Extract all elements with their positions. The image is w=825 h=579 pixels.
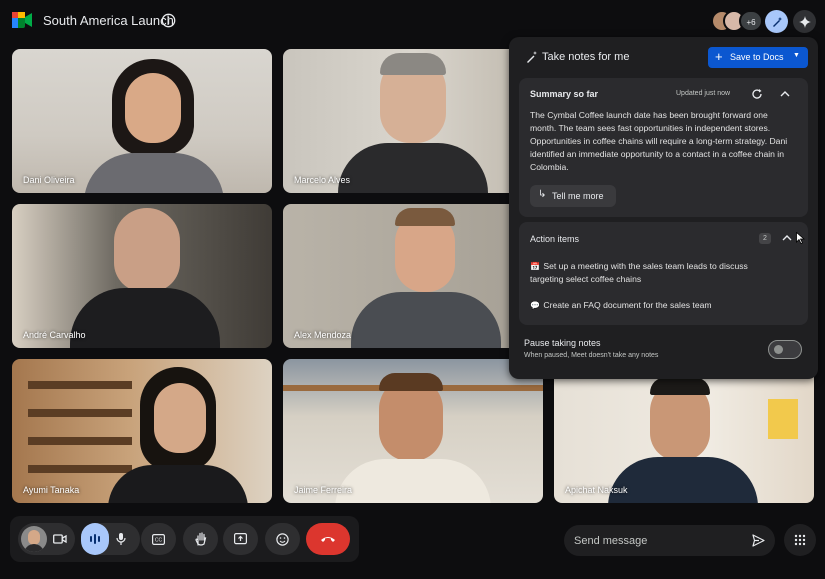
video-tile[interactable]: Marcelo Alves — [283, 49, 543, 193]
pencil-sparkle-icon — [527, 51, 537, 63]
present-screen-button[interactable] — [223, 523, 258, 555]
mouse-pointer-icon — [796, 232, 805, 244]
panel-header: Take notes for me + Save to Docs ▼ — [509, 37, 818, 77]
more-participants-badge: +6 — [739, 10, 763, 32]
video-tile[interactable]: Ayumi Tanaka — [12, 359, 272, 503]
top-bar: South America Launch +6 — [0, 0, 825, 42]
apps-grid-icon — [794, 534, 806, 546]
video-tile[interactable]: Jaime Ferreira — [283, 359, 543, 503]
svg-text:CC: CC — [155, 537, 163, 543]
gemini-sparkle-icon — [798, 15, 811, 28]
captions-button[interactable]: CC — [141, 523, 176, 555]
pause-notes-title: Pause taking notes — [524, 338, 601, 348]
updated-status: Updated just now — [676, 90, 731, 97]
summary-title: Summary so far — [530, 89, 599, 99]
dropdown-caret-icon[interactable]: ▼ — [793, 52, 800, 59]
take-notes-panel: Take notes for me + Save to Docs ▼ Summa… — [509, 37, 818, 379]
participant-name: Ayumi Tanaka — [23, 485, 80, 495]
save-to-docs-label: Save to Docs — [730, 52, 784, 62]
reply-arrow-icon: ↳ — [538, 189, 547, 200]
gemini-button[interactable] — [793, 10, 816, 33]
action-items-card: Action items 2 📅 Set up a meeting with t… — [519, 222, 808, 325]
hand-icon — [194, 532, 206, 546]
tell-me-more-button[interactable]: ↳ Tell me more — [530, 185, 616, 207]
action-item-text: Set up a meeting with the sales team lea… — [530, 261, 748, 284]
emoji-icon — [276, 532, 289, 546]
panel-title: Take notes for me — [542, 51, 630, 63]
leave-call-button[interactable] — [306, 523, 350, 555]
participant-name: Marcelo Alves — [294, 175, 351, 185]
self-avatar — [21, 526, 47, 552]
send-message-box — [564, 525, 775, 556]
video-tile[interactable]: Dani Oliveira — [12, 49, 272, 193]
video-tile[interactable]: Alex Mendoza — [283, 204, 543, 348]
chevron-up-icon[interactable] — [779, 88, 791, 100]
participant-name: Jaime Ferreira — [294, 485, 353, 495]
action-items-title: Action items — [530, 234, 580, 244]
microphone-icon[interactable] — [115, 532, 127, 546]
captions-icon: CC — [152, 533, 165, 545]
meet-logo — [12, 12, 32, 28]
hang-up-icon — [321, 537, 335, 542]
call-controls: CC — [10, 516, 359, 562]
message-input[interactable] — [574, 531, 744, 550]
audio-level-icon — [90, 534, 100, 544]
save-to-docs-button[interactable]: + Save to Docs ▼ — [708, 47, 808, 68]
video-tile[interactable]: André Carvalho — [12, 204, 272, 348]
video-tile[interactable]: Apichat Naksuk — [554, 359, 814, 503]
chevron-up-icon[interactable] — [781, 232, 793, 244]
pause-notes-subtitle: When paused, Meet doesn't take any notes — [524, 352, 659, 359]
summary-card: Summary so far Updated just now The Cymb… — [519, 78, 808, 217]
refresh-icon[interactable] — [751, 88, 763, 100]
apps-button[interactable] — [784, 524, 816, 556]
microphone-group[interactable] — [81, 523, 140, 555]
raise-hand-button[interactable] — [183, 523, 218, 555]
take-notes-button[interactable] — [765, 10, 788, 33]
participant-name: Apichat Naksuk — [565, 485, 628, 495]
info-icon[interactable] — [161, 13, 176, 28]
tell-me-more-label: Tell me more — [552, 191, 604, 201]
pencil-sparkle-icon — [772, 16, 782, 27]
calendar-icon: 📅 — [530, 262, 540, 271]
participant-name: Dani Oliveira — [23, 175, 75, 185]
self-view-group[interactable] — [18, 523, 75, 555]
chat-icon: 💬 — [530, 301, 540, 310]
pause-notes-toggle[interactable] — [768, 340, 802, 359]
toggle-knob — [774, 345, 783, 354]
participant-name: Alex Mendoza — [294, 330, 352, 340]
camera-icon[interactable] — [53, 533, 67, 545]
meeting-title: South America Launch — [43, 13, 174, 28]
summary-text: The Cymbal Coffee launch date has been b… — [530, 110, 788, 172]
action-item-text: Create an FAQ document for the sales tea… — [543, 300, 712, 310]
participant-name: André Carvalho — [23, 330, 86, 340]
action-items-count-badge: 2 — [759, 233, 771, 244]
speaking-indicator — [81, 523, 109, 555]
reactions-button[interactable] — [265, 523, 300, 555]
action-item: 💬 Create an FAQ document for the sales t… — [530, 299, 780, 312]
action-item: 📅 Set up a meeting with the sales team l… — [530, 260, 780, 285]
present-icon — [234, 533, 247, 545]
send-icon[interactable] — [752, 534, 765, 547]
plus-icon: + — [715, 49, 723, 64]
